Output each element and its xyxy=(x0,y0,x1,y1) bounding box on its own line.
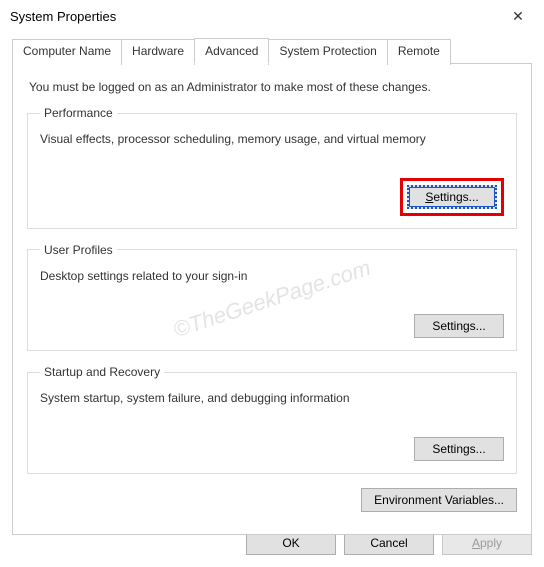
tab-panel-advanced: ©TheGeekPage.com You must be logged on a… xyxy=(12,63,532,535)
tab-computer-name[interactable]: Computer Name xyxy=(12,39,122,65)
title-bar: System Properties ✕ xyxy=(0,0,544,32)
performance-settings-button[interactable]: Settings... xyxy=(407,185,497,209)
group-user-profiles-desc: Desktop settings related to your sign-in xyxy=(40,269,504,285)
group-performance: Performance Visual effects, processor sc… xyxy=(27,106,517,229)
group-startup-recovery-desc: System startup, system failure, and debu… xyxy=(40,391,504,407)
tab-remote[interactable]: Remote xyxy=(387,39,451,65)
group-startup-recovery: Startup and Recovery System startup, sys… xyxy=(27,365,517,474)
group-performance-legend: Performance xyxy=(40,106,117,120)
tab-advanced[interactable]: Advanced xyxy=(194,38,269,64)
admin-intro-text: You must be logged on as an Administrato… xyxy=(29,80,517,94)
tab-system-protection[interactable]: System Protection xyxy=(268,39,387,65)
user-profiles-settings-button[interactable]: Settings... xyxy=(414,314,504,338)
group-user-profiles-legend: User Profiles xyxy=(40,243,117,257)
tab-hardware[interactable]: Hardware xyxy=(121,39,195,65)
group-user-profiles: User Profiles Desktop settings related t… xyxy=(27,243,517,352)
close-icon[interactable]: ✕ xyxy=(498,2,538,30)
group-performance-desc: Visual effects, processor scheduling, me… xyxy=(40,132,504,148)
group-startup-recovery-legend: Startup and Recovery xyxy=(40,365,164,379)
startup-recovery-settings-button[interactable]: Settings... xyxy=(414,437,504,461)
environment-variables-button[interactable]: Environment Variables... xyxy=(361,488,517,512)
window-title: System Properties xyxy=(10,9,116,24)
tabs-row: Computer Name Hardware Advanced System P… xyxy=(12,38,532,64)
tab-container: Computer Name Hardware Advanced System P… xyxy=(12,38,532,536)
highlight-box: Settings... xyxy=(400,178,504,216)
